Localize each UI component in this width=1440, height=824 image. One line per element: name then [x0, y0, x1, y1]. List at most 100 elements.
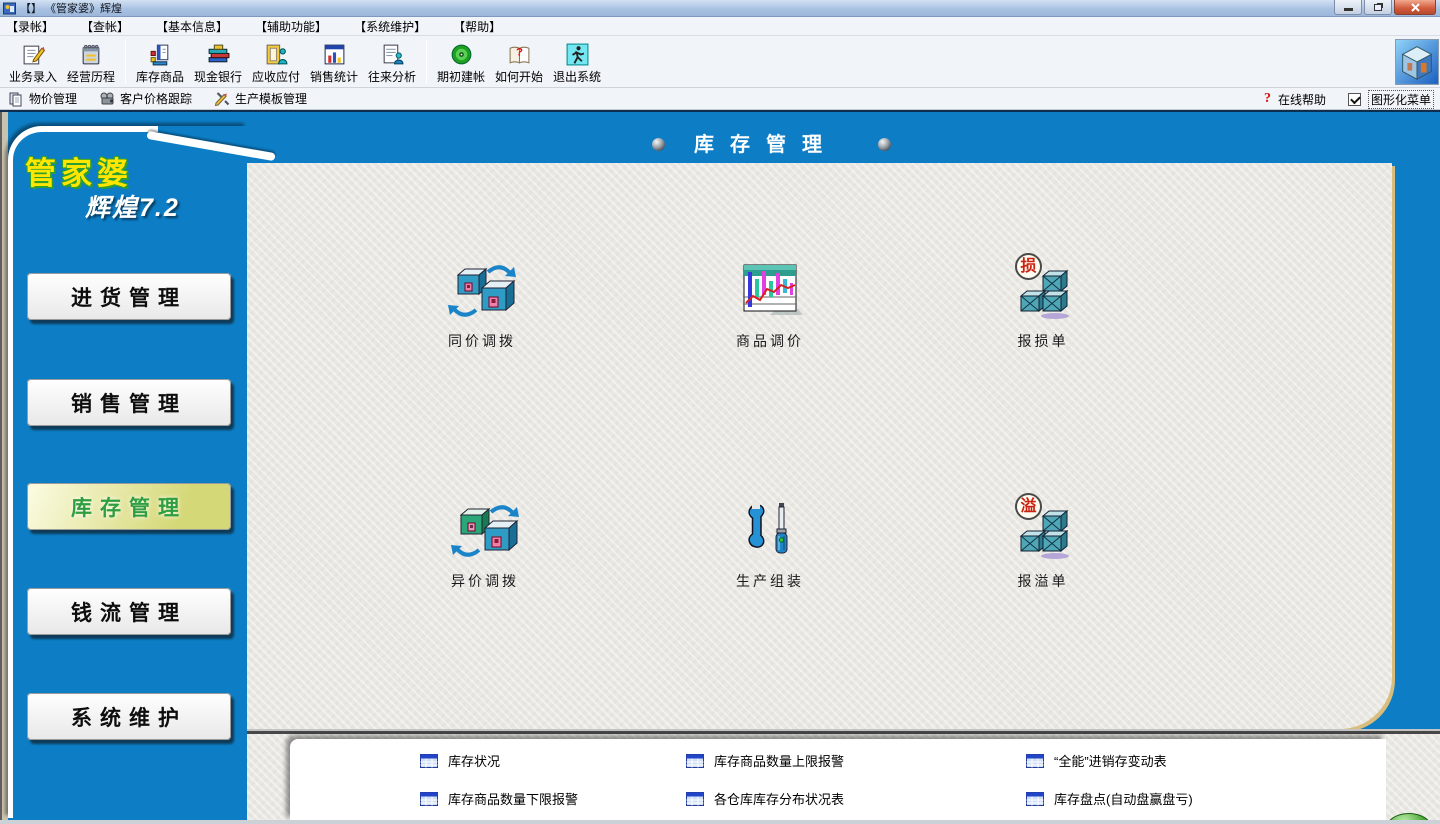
toolbar-sales-statistics-button[interactable]: 销售统计 — [305, 39, 363, 85]
table-report-icon — [420, 792, 438, 806]
copy-pages-icon — [8, 91, 24, 107]
toolbar-separator — [426, 40, 427, 84]
sidebar-item-purchase-management[interactable]: 进货管理 — [27, 273, 231, 320]
loss-badge: 损 — [1015, 253, 1042, 280]
toolbar-separator — [125, 40, 126, 84]
tile-label: 报溢单 — [973, 571, 1113, 591]
tile-goods-price-adjust[interactable]: 商品调价 — [700, 259, 840, 351]
sidebar-item-sales-management[interactable]: 销售管理 — [27, 379, 231, 426]
document-person-icon — [380, 42, 405, 67]
tile-overflow-report[interactable]: 溢 报溢单 — [973, 499, 1113, 591]
link-lower-limit-alert[interactable]: 库存商品数量下限报警 — [420, 789, 578, 808]
cash-bank-icon — [206, 42, 231, 67]
toolbar-button-label: 期初建帐 — [437, 68, 485, 85]
main-toolbar: 业务录入 经营历程 库存商品 — [0, 36, 1440, 88]
same-price-transfer-icon — [448, 259, 516, 323]
sidebar-curve-patch — [158, 126, 250, 133]
toolbar-business-entry-button[interactable]: 业务录入 — [4, 39, 62, 85]
online-help-link[interactable]: 在线帮助 — [1278, 91, 1326, 108]
app-window: 【】 《管家婆》辉煌 【录帐】 【查帐】 【基本信息】 【辅助功能】 【系统维护… — [0, 0, 1440, 824]
brand-cube-logo — [1395, 39, 1439, 85]
deco-sphere-right — [878, 138, 891, 151]
graphical-menu-checkbox[interactable] — [1348, 93, 1361, 106]
sidebar-item-cashflow-management[interactable]: 钱流管理 — [27, 588, 231, 635]
tile-label: 生产组装 — [700, 571, 840, 591]
menu-item-query[interactable]: 【查帐】 — [81, 18, 129, 35]
secondary-toolbar: 物价管理 客户价格跟踪 生产模板管理 ? 在线帮助 图形化菜单 — [0, 88, 1440, 110]
toolbar-inventory-goods-button[interactable]: 库存商品 — [131, 39, 189, 85]
graphical-menu-label[interactable]: 图形化菜单 — [1368, 90, 1434, 109]
menu-item-basic-info[interactable]: 【基本信息】 — [156, 18, 228, 35]
minimize-icon — [1344, 8, 1353, 11]
toolbar-receivable-payable-button[interactable]: 应收应付 — [247, 39, 305, 85]
secondary-toolbar-label: 客户价格跟踪 — [120, 90, 192, 107]
toolbar-exit-system-button[interactable]: 退出系统 — [548, 39, 606, 85]
window-title: 【】 《管家婆》辉煌 — [20, 0, 122, 16]
ledger-icon — [79, 42, 104, 67]
tile-loss-report[interactable]: 损 报损单 — [973, 259, 1113, 351]
close-icon — [1411, 3, 1420, 12]
toolbar-how-to-start-button[interactable]: ? 如何开始 — [490, 39, 548, 85]
main-area: 库存管理 — [0, 110, 1440, 824]
titlebar: 【】 《管家婆》辉煌 — [0, 0, 1440, 17]
tile-label: 异价调拨 — [415, 571, 555, 591]
menu-item-system-maintenance[interactable]: 【系统维护】 — [354, 18, 426, 35]
restore-icon — [1374, 4, 1382, 11]
secondary-toolbar-label: 物价管理 — [29, 90, 77, 107]
secondary-toolbar-label: 生产模板管理 — [235, 90, 307, 107]
tile-label: 商品调价 — [700, 331, 840, 351]
brand-version-text: 辉煌7.2 — [85, 188, 180, 224]
toolbar-button-label: 经营历程 — [67, 68, 115, 85]
toolbar-contacts-analysis-button[interactable]: 往来分析 — [363, 39, 421, 85]
menu-item-record[interactable]: 【录帐】 — [6, 18, 54, 35]
toolbar-button-label: 业务录入 — [9, 68, 57, 85]
camera-tracker-icon — [99, 91, 115, 107]
toolbar-button-label: 销售统计 — [310, 68, 358, 85]
door-person-icon — [264, 42, 289, 67]
diff-price-transfer-icon — [451, 499, 519, 563]
exit-runner-icon — [565, 42, 590, 67]
link-upper-limit-alert[interactable]: 库存商品数量上限报警 — [686, 751, 844, 770]
menu-item-help[interactable]: 【帮助】 — [453, 18, 501, 35]
tile-production-assembly[interactable]: 生产组装 — [700, 499, 840, 591]
notepad-pencil-icon — [21, 42, 46, 67]
customer-price-tracking-button[interactable]: 客户价格跟踪 — [99, 90, 192, 107]
online-help-icon: ? — [1264, 91, 1271, 107]
sidebar-item-system-maintenance[interactable]: 系统维护 — [27, 693, 231, 740]
link-label: 库存商品数量下限报警 — [448, 789, 578, 808]
table-report-icon — [686, 754, 704, 768]
price-management-button[interactable]: 物价管理 — [8, 90, 77, 107]
app-icon — [3, 2, 16, 15]
inventory-boxes-icon — [148, 42, 173, 67]
close-button[interactable] — [1394, 0, 1436, 15]
sidebar-item-inventory-management[interactable]: 库存管理 — [27, 483, 231, 530]
link-label: “全能”进销存变动表 — [1054, 751, 1167, 770]
menu-item-aux-functions[interactable]: 【辅助功能】 — [255, 18, 327, 35]
link-label: 库存盘点(自动盘赢盘亏) — [1054, 789, 1193, 808]
bar-chart-icon — [322, 42, 347, 67]
toolbar-button-label: 库存商品 — [136, 68, 184, 85]
toolbar-initial-setup-button[interactable]: 期初建帐 — [432, 39, 490, 85]
question-book-icon: ? — [507, 42, 532, 67]
tile-label: 同价调拨 — [412, 331, 552, 351]
wrench-screwdriver-icon — [736, 499, 804, 563]
toolbar-button-label: 如何开始 — [495, 68, 543, 85]
production-template-management-button[interactable]: 生产模板管理 — [214, 90, 307, 107]
sidebar: 管家婆 辉煌7.2 进货管理 销售管理 库存管理 钱流管理 系统维护 — [8, 126, 247, 818]
tile-diff-price-transfer[interactable]: 异价调拨 — [415, 499, 555, 591]
window-frame-edge — [0, 112, 8, 824]
overflow-badge: 溢 — [1015, 493, 1042, 520]
restore-button[interactable] — [1364, 0, 1392, 15]
toolbar-cash-bank-button[interactable]: 现金银行 — [189, 39, 247, 85]
link-stocktaking[interactable]: 库存盘点(自动盘赢盘亏) — [1026, 789, 1193, 808]
toolbar-business-history-button[interactable]: 经营历程 — [62, 39, 120, 85]
link-omnipotent-change-table[interactable]: “全能”进销存变动表 — [1026, 751, 1167, 770]
target-disc-icon — [449, 42, 474, 67]
minimize-button[interactable] — [1334, 0, 1362, 15]
link-label: 各仓库库存分布状况表 — [714, 789, 844, 808]
report-links-panel: 库存状况 库存商品数量上限报警 “全能”进销存变动表 — [290, 739, 1386, 821]
tile-same-price-transfer[interactable]: 同价调拨 — [412, 259, 552, 351]
brand-logo-text: 管家婆 — [25, 148, 133, 193]
link-inventory-status[interactable]: 库存状况 — [420, 751, 500, 770]
link-warehouse-distribution[interactable]: 各仓库库存分布状况表 — [686, 789, 844, 808]
